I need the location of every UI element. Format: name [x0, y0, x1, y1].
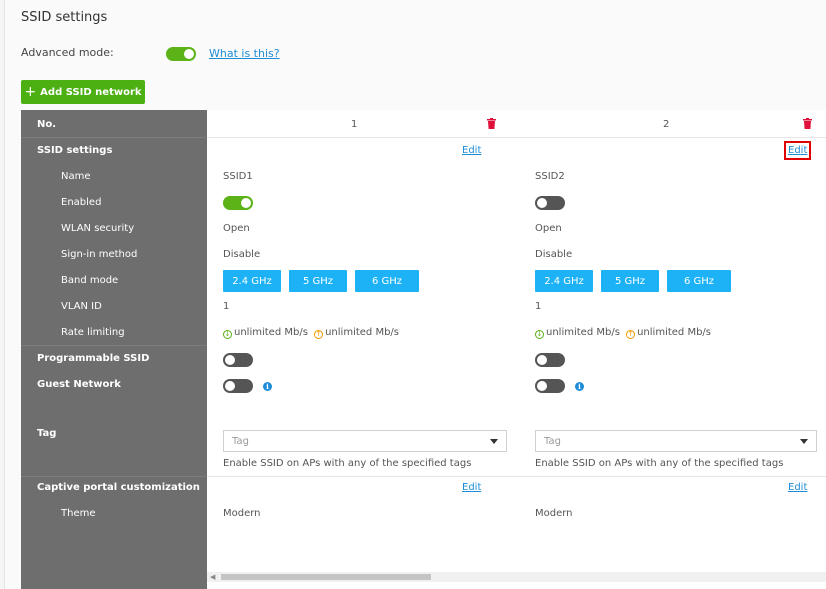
band-5ghz-button[interactable]: 5 GHz [289, 270, 347, 292]
rate-down-value: unlimited Mb/s [234, 327, 308, 338]
band-6ghz-button[interactable]: 6 GHz [355, 270, 419, 292]
rate-up-value: unlimited Mb/s [325, 327, 399, 338]
sign-in-method-value: Disable [223, 249, 261, 260]
programmable-ssid-toggle-1[interactable] [223, 353, 253, 367]
advanced-mode-toggle[interactable] [166, 47, 196, 61]
tag-hint: Enable SSID on APs with any of the speci… [223, 458, 472, 469]
add-ssid-network-label: Add SSID network [40, 86, 142, 98]
info-icon[interactable]: i [575, 382, 584, 391]
download-arrow-icon: ↓ [223, 330, 232, 339]
edit-ssid-settings-2-link[interactable]: Edit [783, 141, 812, 160]
info-icon[interactable]: i [263, 382, 272, 391]
band-6ghz-button[interactable]: 6 GHz [667, 270, 731, 292]
edit-captive-portal-1-link[interactable]: Edit [462, 482, 481, 493]
row-label-no: No. [37, 119, 57, 130]
network-number: 2 [663, 119, 670, 130]
row-label-ssid-settings: SSID settings [37, 145, 113, 156]
guest-network-toggle-2[interactable] [535, 379, 565, 393]
add-ssid-network-button[interactable]: + Add SSID network [21, 80, 145, 104]
row-label-name: Name [61, 171, 91, 182]
enabled-toggle-2[interactable] [535, 196, 565, 210]
enabled-toggle-1[interactable] [223, 196, 253, 210]
scrollbar-thumb[interactable] [221, 574, 431, 580]
ssid-settings-panel: SSID settings Advanced mode: What is thi… [4, 0, 826, 589]
theme-value: Modern [223, 508, 261, 519]
edit-ssid-settings-1-link[interactable]: Edit [462, 145, 481, 156]
row-label-band-mode: Band mode [61, 275, 119, 286]
row-label-theme: Theme [61, 508, 96, 519]
rate-limiting-value: ↓ unlimited Mb/s ↑ unlimited Mb/s [223, 327, 399, 339]
plus-icon: + [24, 84, 37, 100]
row-label-sign-in-method: Sign-in method [61, 249, 138, 260]
programmable-ssid-toggle-2[interactable] [535, 353, 565, 367]
theme-value: Modern [535, 508, 573, 519]
sign-in-method-value: Disable [535, 249, 573, 260]
wlan-security-value: Open [535, 223, 562, 234]
tag-hint: Enable SSID on APs with any of the speci… [535, 458, 784, 469]
row-label-enabled: Enabled [61, 197, 102, 208]
band-2-4ghz-button[interactable]: 2.4 GHz [535, 270, 593, 292]
dropdown-caret-icon [800, 439, 808, 444]
rate-up-value: unlimited Mb/s [637, 327, 711, 338]
rate-down-value: unlimited Mb/s [546, 327, 620, 338]
edit-captive-portal-2-link[interactable]: Edit [788, 482, 807, 493]
row-label-guest-network: Guest Network [37, 379, 121, 390]
rate-limiting-value: ↓ unlimited Mb/s ↑ unlimited Mb/s [535, 327, 711, 339]
delete-network-2-icon[interactable] [803, 118, 812, 129]
wlan-security-value: Open [223, 223, 250, 234]
row-label-rate-limiting: Rate limiting [61, 327, 125, 338]
row-label-programmable-ssid: Programmable SSID [37, 353, 150, 364]
tag-placeholder: Tag [232, 435, 249, 447]
row-label-wlan-security: WLAN security [61, 223, 135, 234]
ssid-name: SSID1 [223, 171, 253, 182]
ssid-name: SSID2 [535, 171, 565, 182]
delete-network-1-icon[interactable] [487, 118, 496, 129]
band-5ghz-button[interactable]: 5 GHz [601, 270, 659, 292]
tag-select-2[interactable]: Tag [535, 430, 817, 452]
row-label-captive-portal: Captive portal customization [37, 482, 200, 493]
dropdown-caret-icon [490, 439, 498, 444]
row-label-column: No. SSID settings Name Enabled WLAN secu… [21, 110, 207, 589]
row-label-tag: Tag [37, 428, 57, 439]
page-title: SSID settings [21, 10, 108, 25]
band-2-4ghz-button[interactable]: 2.4 GHz [223, 270, 281, 292]
row-label-vlan-id: VLAN ID [61, 301, 102, 312]
download-arrow-icon: ↓ [535, 330, 544, 339]
ssid-table-body: 1 2 Edit Edit SSID1 Open Disable 2.4 GHz… [207, 110, 826, 589]
upload-arrow-icon: ↑ [314, 330, 324, 339]
vlan-id-value: 1 [223, 301, 230, 312]
tag-select-1[interactable]: Tag [223, 430, 507, 452]
advanced-mode-label: Advanced mode: [21, 46, 114, 59]
horizontal-scrollbar[interactable]: ◀ [207, 572, 826, 582]
network-number: 1 [351, 119, 358, 130]
what-is-this-link[interactable]: What is this? [209, 47, 280, 60]
guest-network-toggle-1[interactable] [223, 379, 253, 393]
scroll-left-arrow-icon[interactable]: ◀ [210, 573, 215, 581]
upload-arrow-icon: ↑ [626, 330, 636, 339]
vlan-id-value: 1 [535, 301, 542, 312]
tag-placeholder: Tag [544, 435, 561, 447]
